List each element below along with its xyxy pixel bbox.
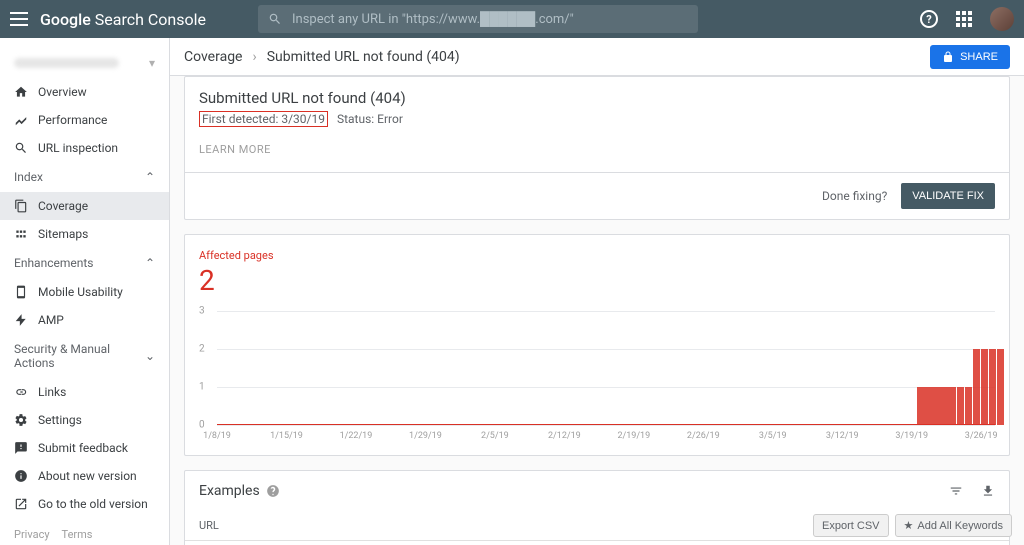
chevron-up-icon: ⌃ — [145, 256, 155, 270]
sidebar-item-coverage[interactable]: Coverage — [0, 192, 169, 220]
breadcrumb-current: Submitted URL not found (404) — [267, 49, 460, 65]
chevron-up-icon: ⌃ — [145, 170, 155, 184]
search-icon — [14, 141, 28, 155]
first-detected: First detected: 3/30/19 — [199, 111, 328, 127]
chart-card: Affected pages 2 01231/8/191/15/191/22/1… — [184, 234, 1010, 456]
share-button[interactable]: SHARE — [930, 45, 1010, 69]
chart-bar[interactable] — [941, 387, 948, 425]
apps-icon[interactable] — [956, 11, 972, 27]
sidebar-item-performance[interactable]: Performance — [0, 106, 169, 134]
status-value: Status: Error — [337, 112, 403, 126]
privacy-link[interactable]: Privacy — [14, 528, 50, 541]
chevron-right-icon: › — [252, 49, 256, 65]
info-icon — [14, 469, 28, 483]
sidebar-section-enhancements[interactable]: Enhancements⌃ — [0, 248, 169, 278]
breadcrumb-bar: Coverage › Submitted URL not found (404)… — [170, 38, 1024, 76]
mobile-icon — [14, 285, 28, 299]
links-icon — [14, 385, 28, 399]
external-icon — [14, 497, 28, 511]
chart-bar[interactable] — [925, 387, 932, 425]
sidebar-item-mobile[interactable]: Mobile Usability — [0, 278, 169, 306]
status-card: Submitted URL not found (404) First dete… — [184, 76, 1010, 220]
learn-more-link[interactable]: LEARN MORE — [185, 135, 1009, 172]
feedback-icon — [14, 441, 28, 455]
search-placeholder: Inspect any URL in "https://www.██████.c… — [292, 11, 574, 27]
footer-links: Privacy Terms — [0, 518, 169, 545]
sidebar-item-about[interactable]: About new version — [0, 462, 169, 490]
sidebar-item-links[interactable]: Links — [0, 378, 169, 406]
add-keywords-button[interactable]: ★ Add All Keywords — [895, 514, 1012, 537]
affected-count: 2 — [199, 264, 995, 297]
avatar[interactable] — [990, 7, 1014, 31]
status-title: Submitted URL not found (404) — [199, 89, 995, 107]
gear-icon — [14, 413, 28, 427]
search-input[interactable]: Inspect any URL in "https://www.██████.c… — [258, 5, 698, 33]
chart-bar[interactable] — [989, 349, 996, 425]
help-icon[interactable]: ? — [920, 10, 938, 28]
sidebar-item-overview[interactable]: Overview — [0, 78, 169, 106]
chevron-down-icon: ⌄ — [145, 349, 155, 363]
chart-bar[interactable] — [933, 387, 940, 425]
chart-bar[interactable] — [997, 349, 1004, 425]
help-circle-icon[interactable] — [266, 484, 280, 498]
chart-icon — [14, 113, 28, 127]
examples-title: Examples — [199, 483, 260, 499]
app-header: Google Search Console Inspect any URL in… — [0, 0, 1024, 38]
chart-bar[interactable] — [981, 349, 988, 425]
download-icon[interactable] — [981, 484, 995, 498]
sidebar-item-settings[interactable]: Settings — [0, 406, 169, 434]
sidebar-item-url-inspection[interactable]: URL inspection — [0, 134, 169, 162]
chart-bar[interactable] — [965, 387, 972, 425]
col-url: URL — [199, 519, 219, 532]
table-row[interactable]: https://www.Mar 25, 2019 — [185, 541, 1009, 545]
sidebar-item-feedback[interactable]: Submit feedback — [0, 434, 169, 462]
chart-bar[interactable] — [957, 387, 964, 425]
export-csv-button[interactable]: Export CSV — [813, 514, 888, 537]
logo: Google Search Console — [40, 10, 206, 29]
done-fixing-label: Done fixing? — [822, 189, 887, 203]
terms-link[interactable]: Terms — [62, 528, 93, 541]
search-icon — [268, 12, 282, 26]
sitemap-icon — [14, 227, 28, 241]
main-content: Coverage › Submitted URL not found (404)… — [170, 38, 1024, 545]
sidebar-item-old-version[interactable]: Go to the old version — [0, 490, 169, 518]
sidebar-item-amp[interactable]: AMP — [0, 306, 169, 334]
amp-icon — [14, 313, 28, 327]
sidebar-section-security[interactable]: Security & Manual Actions⌄ — [0, 334, 169, 378]
chart-bar[interactable] — [949, 387, 956, 425]
affected-label: Affected pages — [199, 249, 995, 262]
home-icon — [14, 85, 28, 99]
sidebar-section-index[interactable]: Index⌃ — [0, 162, 169, 192]
menu-icon[interactable] — [10, 12, 28, 26]
sidebar-item-sitemaps[interactable]: Sitemaps — [0, 220, 169, 248]
bar-chart: 01231/8/191/15/191/22/191/29/192/5/192/1… — [199, 311, 995, 441]
pages-icon — [14, 199, 28, 213]
chart-bar[interactable] — [917, 387, 924, 425]
validate-fix-button[interactable]: VALIDATE FIX — [901, 183, 995, 209]
sidebar: ▾ Overview Performance URL inspection In… — [0, 38, 170, 545]
property-selector[interactable]: ▾ — [0, 48, 169, 78]
breadcrumb-parent[interactable]: Coverage — [184, 49, 242, 65]
chart-bar[interactable] — [973, 349, 980, 425]
filter-icon[interactable] — [949, 484, 963, 498]
